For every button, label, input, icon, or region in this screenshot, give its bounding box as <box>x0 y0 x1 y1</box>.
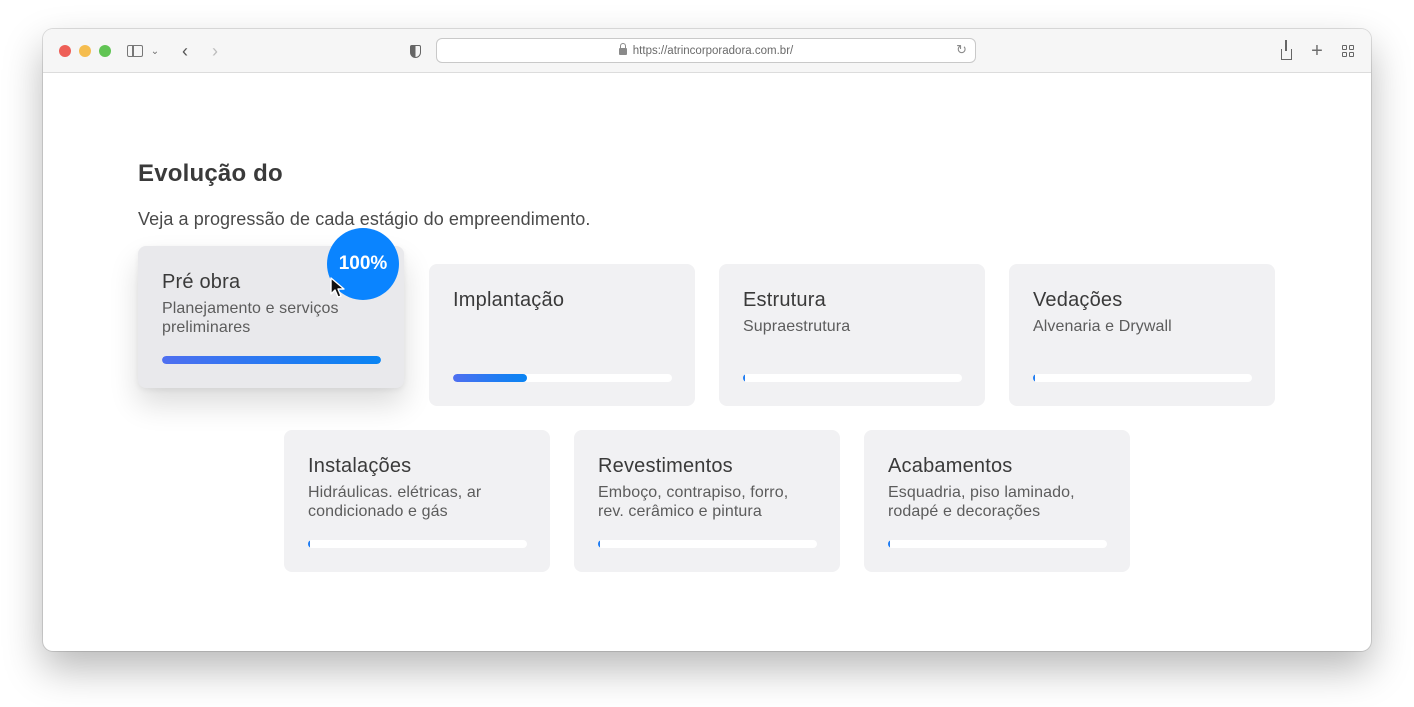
stage-progress-bar <box>308 540 527 548</box>
stage-progress-fill <box>888 540 890 548</box>
stage-card-implantacao[interactable]: Implantação <box>429 264 695 406</box>
stage-progress-fill <box>308 540 310 548</box>
stage-progress-bar <box>1033 374 1252 382</box>
stage-description: Supraestrutura <box>743 318 851 335</box>
section-title: Evolução do <box>138 160 283 187</box>
stage-title: Instalações <box>308 455 412 477</box>
stage-card-vedacoes[interactable]: Vedações Alvenaria e Drywall <box>1009 264 1275 406</box>
stage-title: Revestimentos <box>598 455 733 477</box>
stage-title: Implantação <box>453 289 565 311</box>
tabs-overview-icon[interactable] <box>1339 29 1357 73</box>
url-text: https://atrincorporadora.com.br/ <box>632 44 794 57</box>
stage-title: Vedações <box>1033 289 1123 311</box>
stage-progress-fill <box>162 356 381 364</box>
stage-progress-bar <box>888 540 1107 548</box>
browser-window: ⌄ ‹ › https://atrincorporadora.com.br/ ↻… <box>43 29 1371 651</box>
stage-card-acabamentos[interactable]: Acabamentos Esquadria, piso laminado, ro… <box>864 430 1130 572</box>
stage-card-instalacoes[interactable]: Instalações Hidráulicas. elétricas, ar c… <box>284 430 550 572</box>
stage-progress-fill <box>453 374 528 382</box>
stage-progress-bar <box>743 374 962 382</box>
stage-progress-bar <box>598 540 817 548</box>
stage-description: Hidráulicas. elétricas, ar condicionado … <box>308 484 482 520</box>
stage-title: Acabamentos <box>888 455 1013 477</box>
stage-card-revestimentos[interactable]: Revestimentos Emboço, contrapiso, forro,… <box>574 430 840 572</box>
plus-icon[interactable]: + <box>1308 29 1326 73</box>
address-bar[interactable]: https://atrincorporadora.com.br/ ↻ <box>436 38 976 63</box>
section-subtitle: Veja a progressão de cada estágio do emp… <box>138 209 591 229</box>
shield-icon[interactable] <box>407 29 423 73</box>
lock-icon <box>618 43 627 55</box>
stage-progress-fill <box>1033 374 1035 382</box>
stage-card-estrutura[interactable]: Estrutura Supraestrutura <box>719 264 985 406</box>
stage-progress-fill <box>598 540 600 548</box>
chevron-down-icon[interactable]: ⌄ <box>149 29 161 73</box>
page-content: Evolução do Veja a progressão de cada es… <box>43 74 1371 651</box>
sidebar-icon[interactable] <box>125 29 145 73</box>
mouse-pointer-icon <box>330 277 345 298</box>
stage-description: Emboço, contrapiso, forro, rev. cerâmico… <box>598 484 789 520</box>
stage-title: Estrutura <box>743 289 826 311</box>
minimize-window-button[interactable] <box>79 45 91 57</box>
stage-progress-fill <box>743 374 745 382</box>
back-arrow-icon[interactable]: ‹ <box>177 29 193 73</box>
share-icon[interactable] <box>1277 29 1295 73</box>
browser-toolbar: ⌄ ‹ › https://atrincorporadora.com.br/ ↻… <box>43 29 1371 73</box>
stage-progress-bar <box>162 356 381 364</box>
reload-icon[interactable]: ↻ <box>956 42 967 58</box>
stage-description: Alvenaria e Drywall <box>1033 318 1172 335</box>
stage-progress-bar <box>453 374 672 382</box>
close-window-button[interactable] <box>59 45 71 57</box>
zoom-window-button[interactable] <box>99 45 111 57</box>
stage-description: Planejamento e serviços preliminares <box>162 300 339 336</box>
stage-description: Esquadria, piso laminado, rodapé e decor… <box>888 484 1075 520</box>
forward-arrow-icon[interactable]: › <box>207 29 223 73</box>
